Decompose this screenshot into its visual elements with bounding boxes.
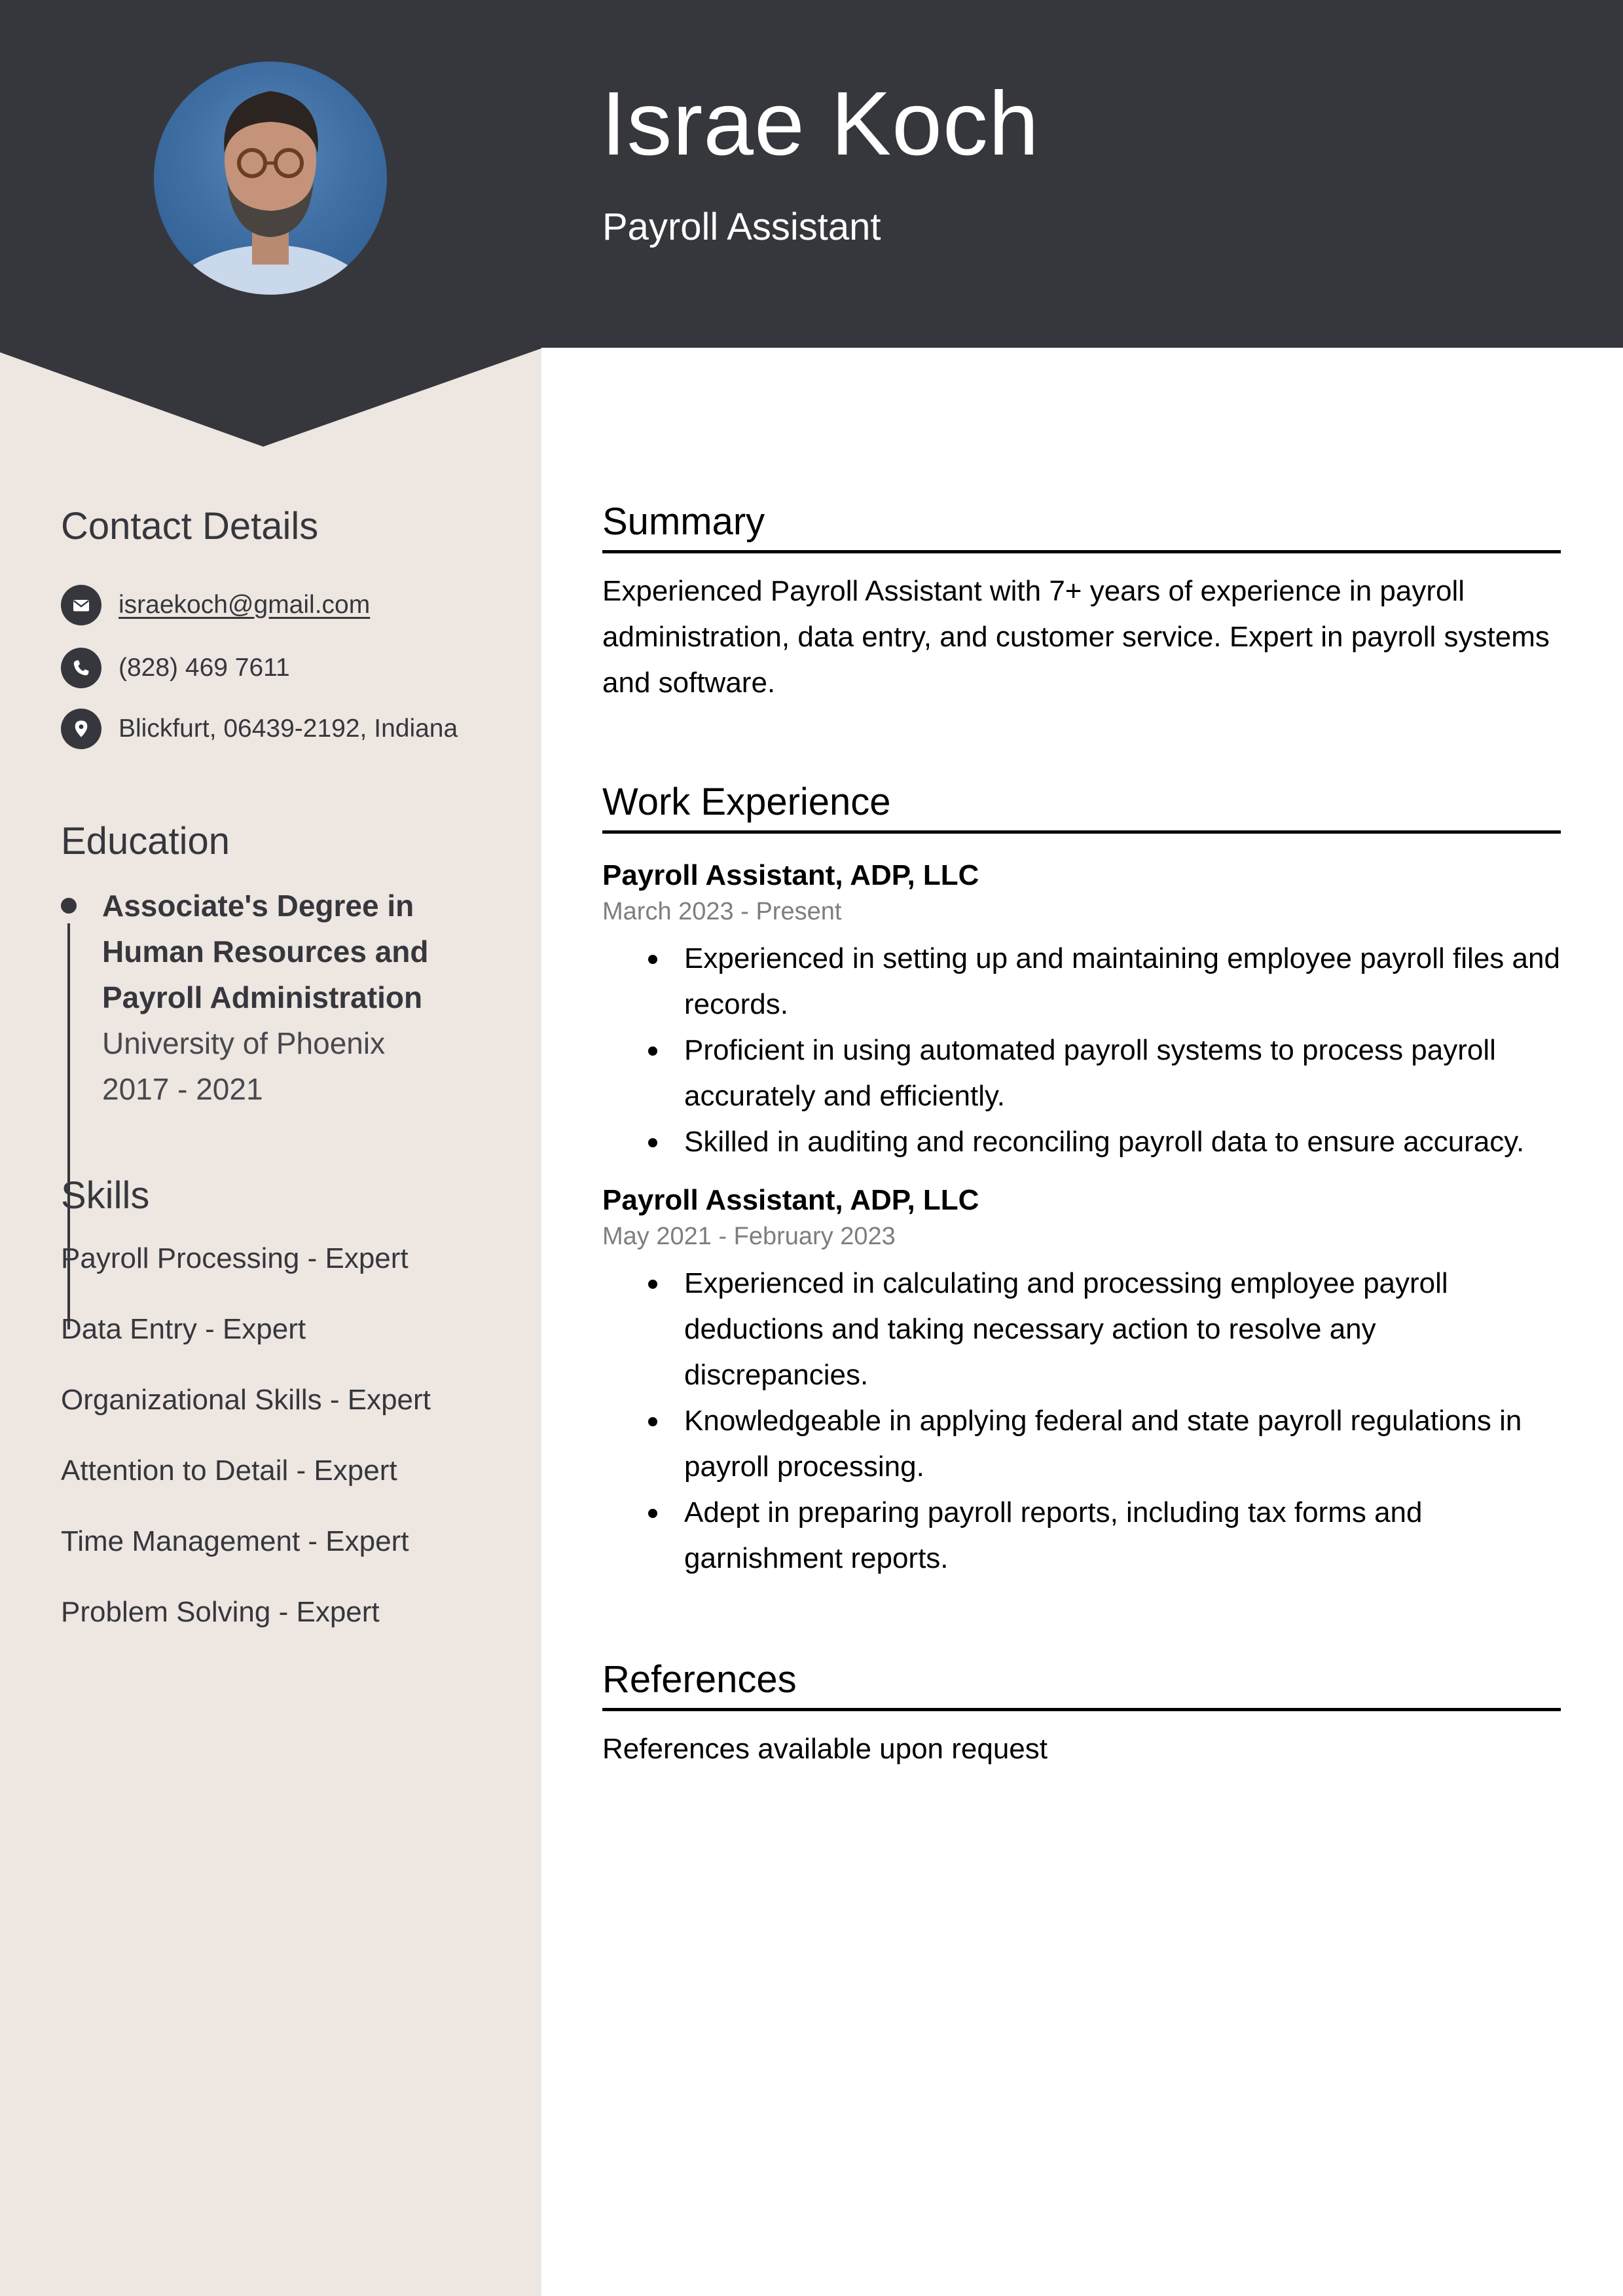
skill-item: Problem Solving - Expert xyxy=(61,1596,380,1628)
contact-address: Blickfurt, 06439-2192, Indiana xyxy=(61,708,458,750)
education-degree: Associate's Degree in Human Resources an… xyxy=(102,889,429,1014)
person-portrait-icon xyxy=(164,91,376,295)
skill-item: Payroll Processing - Expert xyxy=(61,1242,409,1274)
job-bullet: Skilled in auditing and reconciling payr… xyxy=(602,1119,1561,1165)
education-years: 2017 - 2021 xyxy=(102,1072,263,1106)
job-dates: March 2023 - Present xyxy=(602,898,842,925)
skill-item: Data Entry - Expert xyxy=(61,1313,306,1345)
job-bullet: Adept in preparing payroll reports, incl… xyxy=(602,1490,1561,1582)
skill-item: Time Management - Expert xyxy=(61,1525,409,1557)
references-text: References available upon request xyxy=(602,1733,1048,1765)
header-chevron xyxy=(0,347,541,447)
email-link[interactable]: israekoch@gmail.com xyxy=(119,591,370,620)
job-bullet: Experienced in setting up and maintainin… xyxy=(602,936,1561,1028)
skill-item: Organizational Skills - Expert xyxy=(61,1384,431,1416)
education-heading: Education xyxy=(61,820,230,862)
work-experience-heading: Work Experience xyxy=(602,783,1561,834)
job-bullets: Experienced in calculating and processin… xyxy=(602,1261,1561,1582)
job-entry: Payroll Assistant, ADP, LLC May 2021 - F… xyxy=(602,1186,1561,1582)
skills-heading: Skills xyxy=(61,1174,150,1217)
skills-list: Payroll Processing - Expert Data Entry -… xyxy=(61,1244,431,1669)
job-bullets: Experienced in setting up and maintainin… xyxy=(602,936,1561,1165)
job-dates: May 2021 - February 2023 xyxy=(602,1223,896,1250)
summary-section: Summary Experienced Payroll Assistant wi… xyxy=(602,503,1561,706)
timeline-dot xyxy=(61,898,77,914)
job-title: Payroll Assistant, ADP, LLC xyxy=(602,859,979,891)
job-title: Payroll Assistant, ADP, LLC xyxy=(602,1184,979,1216)
summary-heading: Summary xyxy=(602,503,1561,553)
envelope-icon xyxy=(61,585,101,625)
contact-email[interactable]: israekoch@gmail.com xyxy=(61,584,370,626)
phone-number: (828) 469 7611 xyxy=(119,654,290,682)
references-heading: References xyxy=(602,1661,1561,1711)
location-pin-icon xyxy=(61,709,101,749)
work-experience-section: Work Experience Payroll Assistant, ADP, … xyxy=(602,783,1561,1582)
contact-phone: (828) 469 7611 xyxy=(61,647,290,689)
references-section: References References available upon req… xyxy=(602,1661,1561,1772)
summary-text: Experienced Payroll Assistant with 7+ ye… xyxy=(602,575,1550,699)
job-bullet: Experienced in calculating and processin… xyxy=(602,1261,1561,1398)
phone-icon xyxy=(61,648,101,688)
job-entry: Payroll Assistant, ADP, LLC March 2023 -… xyxy=(602,861,1561,1165)
education-school: University of Phoenix xyxy=(102,1026,386,1060)
job-bullet: Proficient in using automated payroll sy… xyxy=(602,1028,1561,1119)
candidate-title: Payroll Assistant xyxy=(602,206,881,248)
candidate-name: Israe Koch xyxy=(601,73,1040,174)
profile-photo xyxy=(154,62,387,295)
address: Blickfurt, 06439-2192, Indiana xyxy=(119,714,458,743)
job-bullet: Knowledgeable in applying federal and st… xyxy=(602,1398,1561,1490)
contact-details-heading: Contact Details xyxy=(61,505,319,547)
skill-item: Attention to Detail - Expert xyxy=(61,1454,397,1487)
